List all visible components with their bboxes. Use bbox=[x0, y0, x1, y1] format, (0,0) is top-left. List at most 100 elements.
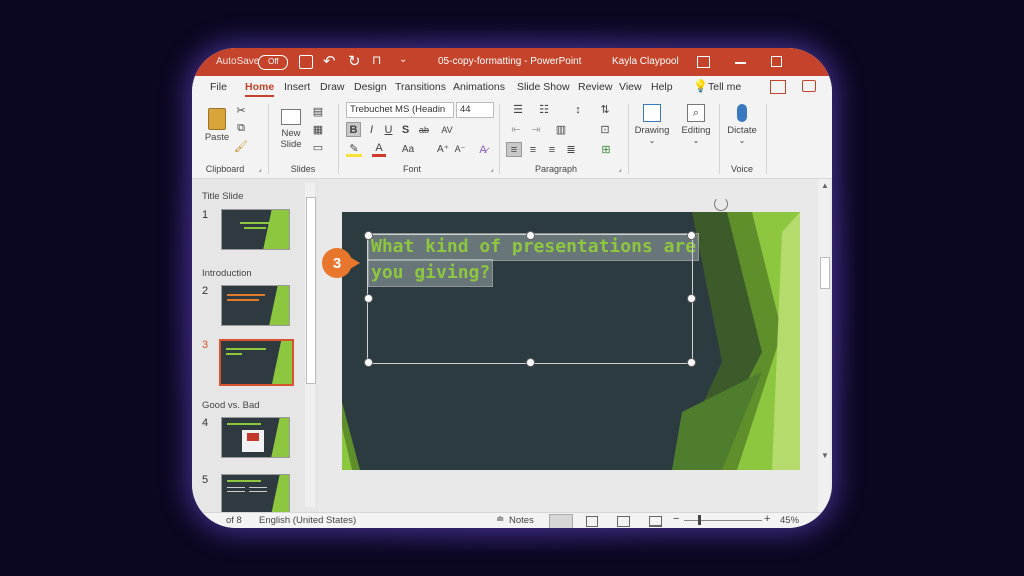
notes-button[interactable]: Notes bbox=[509, 515, 534, 526]
line-spacing-icon[interactable]: ↕ bbox=[567, 102, 589, 117]
tab-file[interactable]: File bbox=[210, 81, 227, 93]
text-box-selection[interactable] bbox=[364, 231, 696, 367]
cut-icon[interactable]: ✂ bbox=[234, 102, 248, 118]
editing-button[interactable]: ⌕ Editing ⌄ bbox=[678, 102, 714, 156]
tab-insert[interactable]: Insert bbox=[284, 81, 310, 93]
paragraph-launcher-icon[interactable]: ⌟ bbox=[616, 164, 624, 174]
increase-indent-icon[interactable]: ⇥ bbox=[527, 122, 545, 137]
new-slide-button[interactable]: New Slide bbox=[276, 102, 306, 156]
slide-thumbnail-5[interactable] bbox=[221, 474, 290, 512]
scroll-up-icon[interactable]: ▲ bbox=[821, 181, 829, 190]
minimize-icon[interactable] bbox=[735, 62, 746, 64]
scroll-down-icon[interactable]: ▼ bbox=[821, 451, 829, 460]
reading-view-icon[interactable] bbox=[617, 516, 630, 527]
tab-review[interactable]: Review bbox=[578, 81, 612, 93]
text-direction-icon[interactable]: ⇅ bbox=[594, 102, 616, 117]
decrease-font-icon[interactable]: A⁻ bbox=[454, 142, 466, 157]
highlight-color-button[interactable]: ✎ bbox=[346, 142, 362, 157]
format-painter-icon[interactable]: 🖌 bbox=[234, 138, 248, 154]
panel-scrollbar[interactable] bbox=[305, 183, 316, 507]
zoom-in-icon[interactable]: + bbox=[764, 513, 770, 525]
tell-me-search[interactable]: Tell me bbox=[708, 81, 741, 93]
resize-handle[interactable] bbox=[687, 231, 696, 240]
canvas-scrollbar[interactable]: ▲ ▼ bbox=[818, 179, 830, 512]
smartart-icon[interactable]: ⊞ bbox=[596, 142, 616, 157]
tab-animations[interactable]: Animations bbox=[453, 81, 505, 93]
font-color-button[interactable]: A bbox=[372, 142, 386, 157]
character-spacing-button[interactable]: AV bbox=[436, 122, 458, 137]
normal-view-icon[interactable] bbox=[549, 514, 573, 528]
resize-handle[interactable] bbox=[526, 231, 535, 240]
font-name-select[interactable]: Trebuchet MS (Headin bbox=[346, 102, 454, 118]
decrease-indent-icon[interactable]: ⇤ bbox=[507, 122, 525, 137]
strikethrough-button[interactable]: ab bbox=[415, 122, 433, 137]
increase-font-icon[interactable]: A⁺ bbox=[437, 142, 449, 157]
slide-thumbnail-1[interactable] bbox=[221, 209, 290, 250]
underline-button[interactable]: U bbox=[381, 122, 396, 137]
user-name[interactable]: Kayla Claypool bbox=[612, 56, 679, 67]
slide-thumbnail-3[interactable] bbox=[219, 339, 294, 386]
tab-help[interactable]: Help bbox=[651, 81, 673, 93]
customize-qat-icon[interactable]: ⌄ bbox=[399, 54, 407, 65]
paste-button[interactable]: Paste bbox=[202, 102, 232, 148]
resize-handle[interactable] bbox=[364, 358, 373, 367]
slide-thumbnail-2[interactable] bbox=[221, 285, 290, 326]
resize-handle[interactable] bbox=[364, 294, 373, 303]
share-icon[interactable] bbox=[770, 80, 786, 94]
panel-scroll-thumb[interactable] bbox=[306, 197, 316, 384]
slide-sorter-icon[interactable] bbox=[586, 516, 598, 527]
italic-button[interactable]: I bbox=[364, 122, 379, 137]
tab-view[interactable]: View bbox=[619, 81, 642, 93]
tab-draw[interactable]: Draw bbox=[320, 81, 345, 93]
autosave-toggle[interactable]: Off bbox=[258, 55, 288, 70]
zoom-slider-thumb[interactable] bbox=[698, 515, 701, 525]
align-center-icon[interactable]: ≡ bbox=[525, 142, 541, 157]
numbering-icon[interactable]: ☷ bbox=[533, 102, 555, 117]
tab-slide-show[interactable]: Slide Show bbox=[517, 81, 570, 93]
language[interactable]: English (United States) bbox=[259, 515, 356, 526]
slideshow-view-icon[interactable] bbox=[649, 516, 662, 527]
present-icon[interactable]: ⊓ bbox=[372, 53, 381, 67]
undo-icon[interactable]: ↶ bbox=[323, 52, 336, 70]
zoom-level[interactable]: 45% bbox=[780, 515, 799, 526]
shadow-button[interactable]: S bbox=[398, 122, 413, 137]
columns-icon[interactable]: ▥ bbox=[550, 122, 572, 137]
bold-button[interactable]: B bbox=[346, 122, 361, 137]
justify-icon[interactable]: ≣ bbox=[563, 142, 579, 157]
resize-handle[interactable] bbox=[364, 231, 373, 240]
reset-icon[interactable]: ▦ bbox=[309, 122, 327, 136]
current-slide[interactable]: What kind of presentations are you givin… bbox=[342, 212, 800, 470]
font-size-select[interactable]: 44 bbox=[456, 102, 494, 118]
ribbon-display-icon[interactable] bbox=[697, 56, 710, 68]
section-title-slide[interactable]: Title Slide bbox=[202, 191, 243, 202]
section-introduction[interactable]: Introduction bbox=[202, 268, 252, 279]
comments-icon[interactable] bbox=[802, 80, 816, 92]
bullets-icon[interactable]: ☰ bbox=[507, 102, 529, 117]
align-text-icon[interactable]: ⊡ bbox=[594, 122, 616, 137]
resize-handle[interactable] bbox=[526, 358, 535, 367]
zoom-slider[interactable] bbox=[684, 515, 762, 525]
layout-icon[interactable]: ▤ bbox=[309, 104, 327, 118]
resize-handle[interactable] bbox=[687, 358, 696, 367]
maximize-icon[interactable] bbox=[771, 56, 782, 67]
section-good-vs-bad[interactable]: Good vs. Bad bbox=[202, 400, 260, 411]
lightbulb-icon[interactable]: 💡 bbox=[693, 79, 708, 93]
redo-icon[interactable]: ↻ bbox=[348, 52, 361, 70]
dictate-button[interactable]: Dictate ⌄ bbox=[724, 102, 760, 156]
zoom-out-icon[interactable]: − bbox=[673, 513, 679, 525]
section-icon[interactable]: ▭ bbox=[309, 140, 327, 154]
clipboard-launcher-icon[interactable]: ⌟ bbox=[256, 164, 264, 174]
resize-handle[interactable] bbox=[687, 294, 696, 303]
save-icon[interactable] bbox=[299, 55, 313, 69]
drawing-button[interactable]: Drawing ⌄ bbox=[633, 102, 671, 156]
canvas-scroll-thumb[interactable] bbox=[820, 257, 830, 289]
tab-home[interactable]: Home bbox=[245, 81, 275, 97]
copy-icon[interactable]: ⧉ bbox=[234, 120, 248, 136]
font-launcher-icon[interactable]: ⌟ bbox=[488, 164, 496, 174]
change-case-button[interactable]: Aa bbox=[398, 142, 418, 157]
align-right-icon[interactable]: ≡ bbox=[544, 142, 560, 157]
rotate-handle-icon[interactable] bbox=[714, 197, 728, 211]
tab-design[interactable]: Design bbox=[354, 81, 387, 93]
align-left-button[interactable]: ≡ bbox=[506, 142, 522, 157]
clear-formatting-icon[interactable]: A̷ bbox=[476, 142, 490, 157]
